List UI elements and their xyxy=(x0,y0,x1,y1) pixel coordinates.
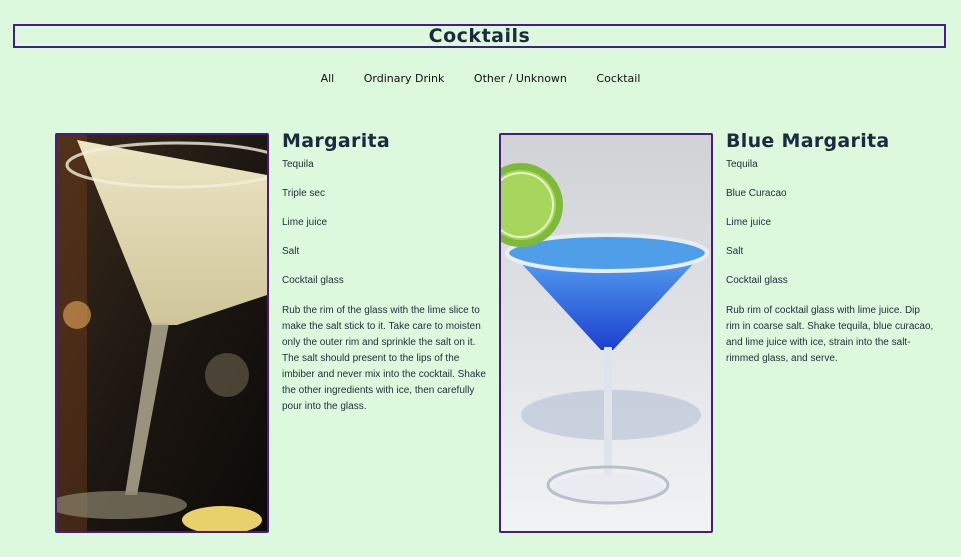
ingredient: Lime juice xyxy=(282,217,328,228)
filter-other-unknown[interactable]: Other / Unknown xyxy=(474,72,567,85)
margarita-details: Margarita Tequila Triple sec Lime juice … xyxy=(282,130,492,415)
blue-margarita-image xyxy=(499,133,713,533)
page-header: Cocktails xyxy=(13,24,946,48)
filter-cocktail[interactable]: Cocktail xyxy=(596,72,640,85)
ingredient: Blue Curacao xyxy=(726,188,787,199)
ingredient: Salt xyxy=(282,246,300,257)
instructions: Rub rim of cocktail glass with lime juic… xyxy=(726,305,934,364)
cocktail-name: Margarita xyxy=(282,130,391,152)
margarita-image xyxy=(55,133,269,533)
ingredient: Cocktail glass xyxy=(726,275,788,286)
page-title: Cocktails xyxy=(428,25,531,47)
ingredient: Tequila xyxy=(726,159,758,170)
ingredient: Cocktail glass xyxy=(282,275,344,286)
filter-all[interactable]: All xyxy=(321,72,335,85)
ingredient: Tequila xyxy=(282,159,314,170)
blue-margarita-details: Blue Margarita Tequila Blue Curacao Lime… xyxy=(726,130,936,367)
instructions: Rub the rim of the glass with the lime s… xyxy=(282,305,486,412)
ingredient: Triple sec xyxy=(282,188,325,199)
ingredient: Lime juice xyxy=(726,217,772,228)
category-filter-bar: All Ordinary Drink Other / Unknown Cockt… xyxy=(0,72,961,85)
filter-ordinary-drink[interactable]: Ordinary Drink xyxy=(364,72,445,85)
cocktail-name: Blue Margarita xyxy=(726,130,890,152)
ingredient: Salt xyxy=(726,246,744,257)
